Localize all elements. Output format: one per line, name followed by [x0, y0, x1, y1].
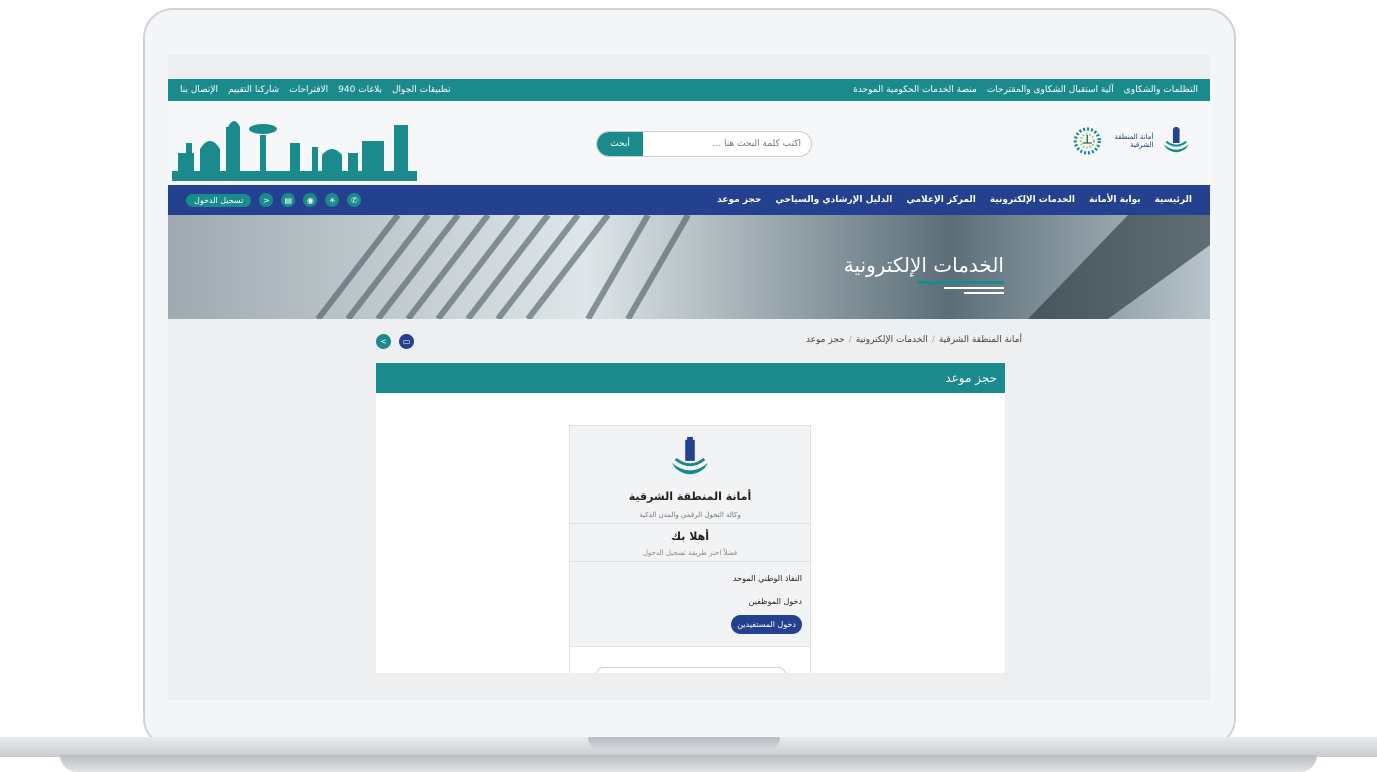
city-skyline-icon: [172, 121, 417, 181]
nav-home[interactable]: الرئيسية: [1155, 195, 1192, 205]
laptop-base-bottom: [60, 755, 1317, 772]
welcome-text: أهلا بك: [671, 530, 709, 543]
login-hint: فضلاً اختر طريقة تسجيل الدخول: [570, 549, 810, 562]
section-title: حجز موعد: [376, 363, 1005, 393]
database-icon[interactable]: ◉: [303, 193, 318, 207]
banner-underline-2: [944, 287, 1004, 289]
breadcrumb-home[interactable]: أمانة المنطقة الشرقية: [939, 335, 1022, 345]
top-links-right: التظلمات والشكاوى آلية استقبال الشكاوى و…: [853, 85, 1198, 95]
top-links-left: تطبيقات الجوال بلاغات 940 الاقتراحات شار…: [180, 85, 451, 95]
nav-portal[interactable]: بوابة الأمانة: [1089, 195, 1141, 205]
top-link-suggestions[interactable]: الاقتراحات: [289, 85, 328, 95]
nav-links: الرئيسية بوابة الأمانة الخدمات الإلكترون…: [717, 195, 1192, 205]
page-banner: الخدمات الإلكترونية: [168, 215, 1210, 319]
top-link-rating[interactable]: شاركنا التقييم: [228, 85, 279, 95]
login-option-nafath[interactable]: النفاذ الوطني الموحد: [570, 574, 810, 583]
nav-media-center[interactable]: المركز الإعلامي: [906, 195, 976, 205]
site-header: أمانة المنطقة الشرقية أبحث: [168, 101, 1210, 185]
share-icon[interactable]: <: [259, 193, 274, 207]
site-logo[interactable]: أمانة المنطقة الشرقية: [1072, 113, 1192, 169]
search-input[interactable]: [643, 132, 811, 156]
search-box: أبحث: [596, 131, 812, 157]
breadcrumb-e-services[interactable]: الخدمات الإلكترونية: [856, 335, 928, 345]
banner-underline: [918, 281, 1004, 284]
banner-underline-3: [964, 292, 1004, 294]
laptop-notch: [588, 737, 780, 751]
vision-emblem-icon: [1073, 127, 1101, 155]
breadcrumb-current: حجز موعد: [805, 335, 845, 345]
top-link-unified-platform[interactable]: منصة الخدمات الحكومية الموحدة: [853, 85, 977, 95]
top-link-mobile-apps[interactable]: تطبيقات الجوال: [392, 85, 451, 95]
login-button[interactable]: تسجيل الدخول: [186, 193, 252, 207]
login-option-beneficiaries[interactable]: دخول المستفيدين: [731, 615, 802, 634]
page-tools: < ▭: [376, 334, 414, 349]
browser-screen: التظلمات والشكاوى آلية استقبال الشكاوى و…: [168, 55, 1210, 700]
book-icon[interactable]: ▤: [281, 193, 296, 207]
top-link-940[interactable]: بلاغات 940: [338, 85, 382, 95]
nav-appointment[interactable]: حجز موعد: [717, 195, 761, 205]
print-icon[interactable]: ▭: [399, 334, 414, 349]
top-link-contact[interactable]: الإتصال بنا: [180, 85, 218, 95]
logo-caption: أمانة المنطقة الشرقية: [1114, 133, 1154, 149]
phone-icon[interactable]: ✆: [347, 193, 362, 207]
login-option-employees[interactable]: دخول الموظفين: [570, 597, 810, 606]
top-links-bar: التظلمات والشكاوى آلية استقبال الشكاوى و…: [168, 79, 1210, 101]
banner-structure-icon: [315, 215, 1210, 319]
agency-name: وكالة التحول الرقمي والمدن الذكية: [570, 511, 810, 524]
screen-bottom-strip: [168, 673, 1210, 700]
main-nav: الرئيسية بوابة الأمانة الخدمات الإلكترون…: [168, 185, 1210, 215]
org-name: أمانة المنطقة الشرقية: [628, 490, 752, 503]
banner-title: الخدمات الإلكترونية: [843, 253, 1004, 277]
brightness-icon[interactable]: ☀: [325, 193, 340, 207]
municipality-emblem-icon: [671, 436, 709, 475]
municipality-emblem-icon: [1164, 127, 1190, 153]
nav-e-services[interactable]: الخدمات الإلكترونية: [990, 195, 1075, 205]
share-icon[interactable]: <: [376, 334, 391, 349]
nav-tools: ✆ ☀ ◉ ▤ < تسجيل الدخول: [186, 193, 362, 207]
login-card: أمانة المنطقة الشرقية وكالة التحول الرقم…: [569, 425, 811, 687]
breadcrumb: أمانة المنطقة الشرقية/الخدمات الإلكتروني…: [805, 335, 1022, 345]
nav-guide[interactable]: الدليل الإرشادي والسياحي: [775, 195, 892, 205]
search-button[interactable]: أبحث: [597, 132, 643, 156]
top-link-complaints-mechanism[interactable]: آلية استقبال الشكاوى والمقترحات: [987, 85, 1114, 95]
top-link-complaints[interactable]: التظلمات والشكاوى: [1124, 85, 1198, 95]
